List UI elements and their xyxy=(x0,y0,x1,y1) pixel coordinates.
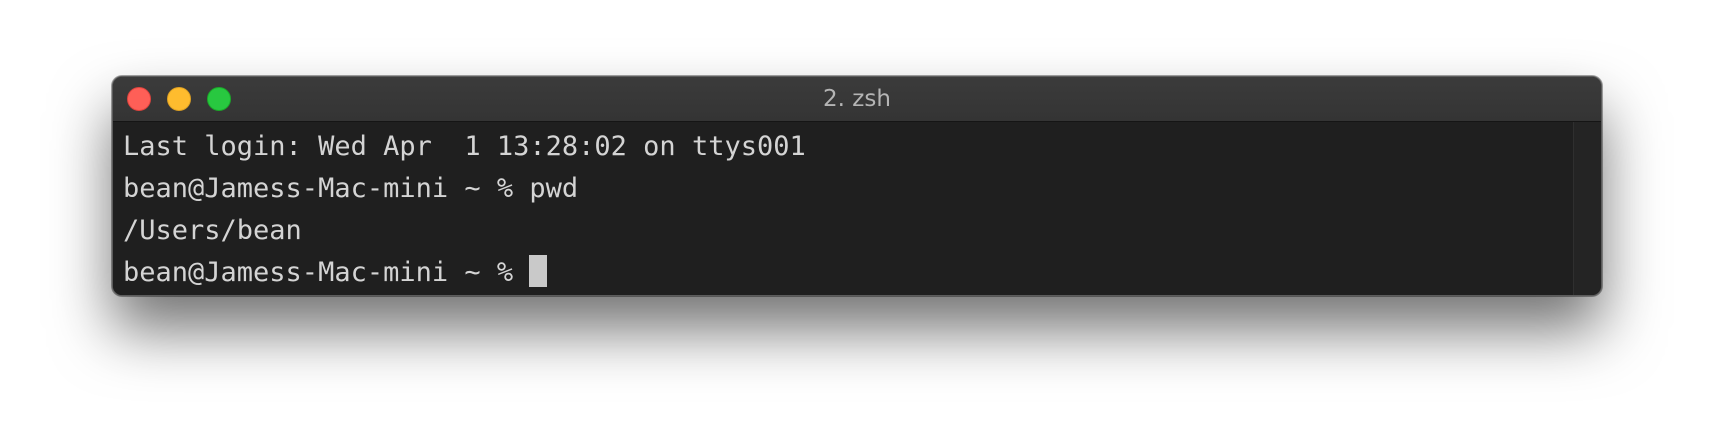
text-cursor xyxy=(529,255,548,287)
output-line: /Users/bean xyxy=(123,215,302,246)
prompt-text: bean@Jamess-Mac-mini ~ % xyxy=(123,257,530,288)
terminal-window: 2. zsh Last login: Wed Apr 1 13:28:02 on… xyxy=(112,76,1602,296)
vertical-scrollbar[interactable] xyxy=(1573,122,1601,295)
active-prompt-line[interactable]: bean@Jamess-Mac-mini ~ % xyxy=(123,252,1563,294)
window-title: 2. zsh xyxy=(823,86,891,112)
title-bar[interactable]: 2. zsh xyxy=(113,77,1601,122)
command-line: bean@Jamess-Mac-mini ~ % pwd xyxy=(123,173,579,204)
login-line: Last login: Wed Apr 1 13:28:02 on ttys00… xyxy=(123,131,806,162)
terminal-output[interactable]: Last login: Wed Apr 1 13:28:02 on ttys00… xyxy=(113,122,1573,295)
